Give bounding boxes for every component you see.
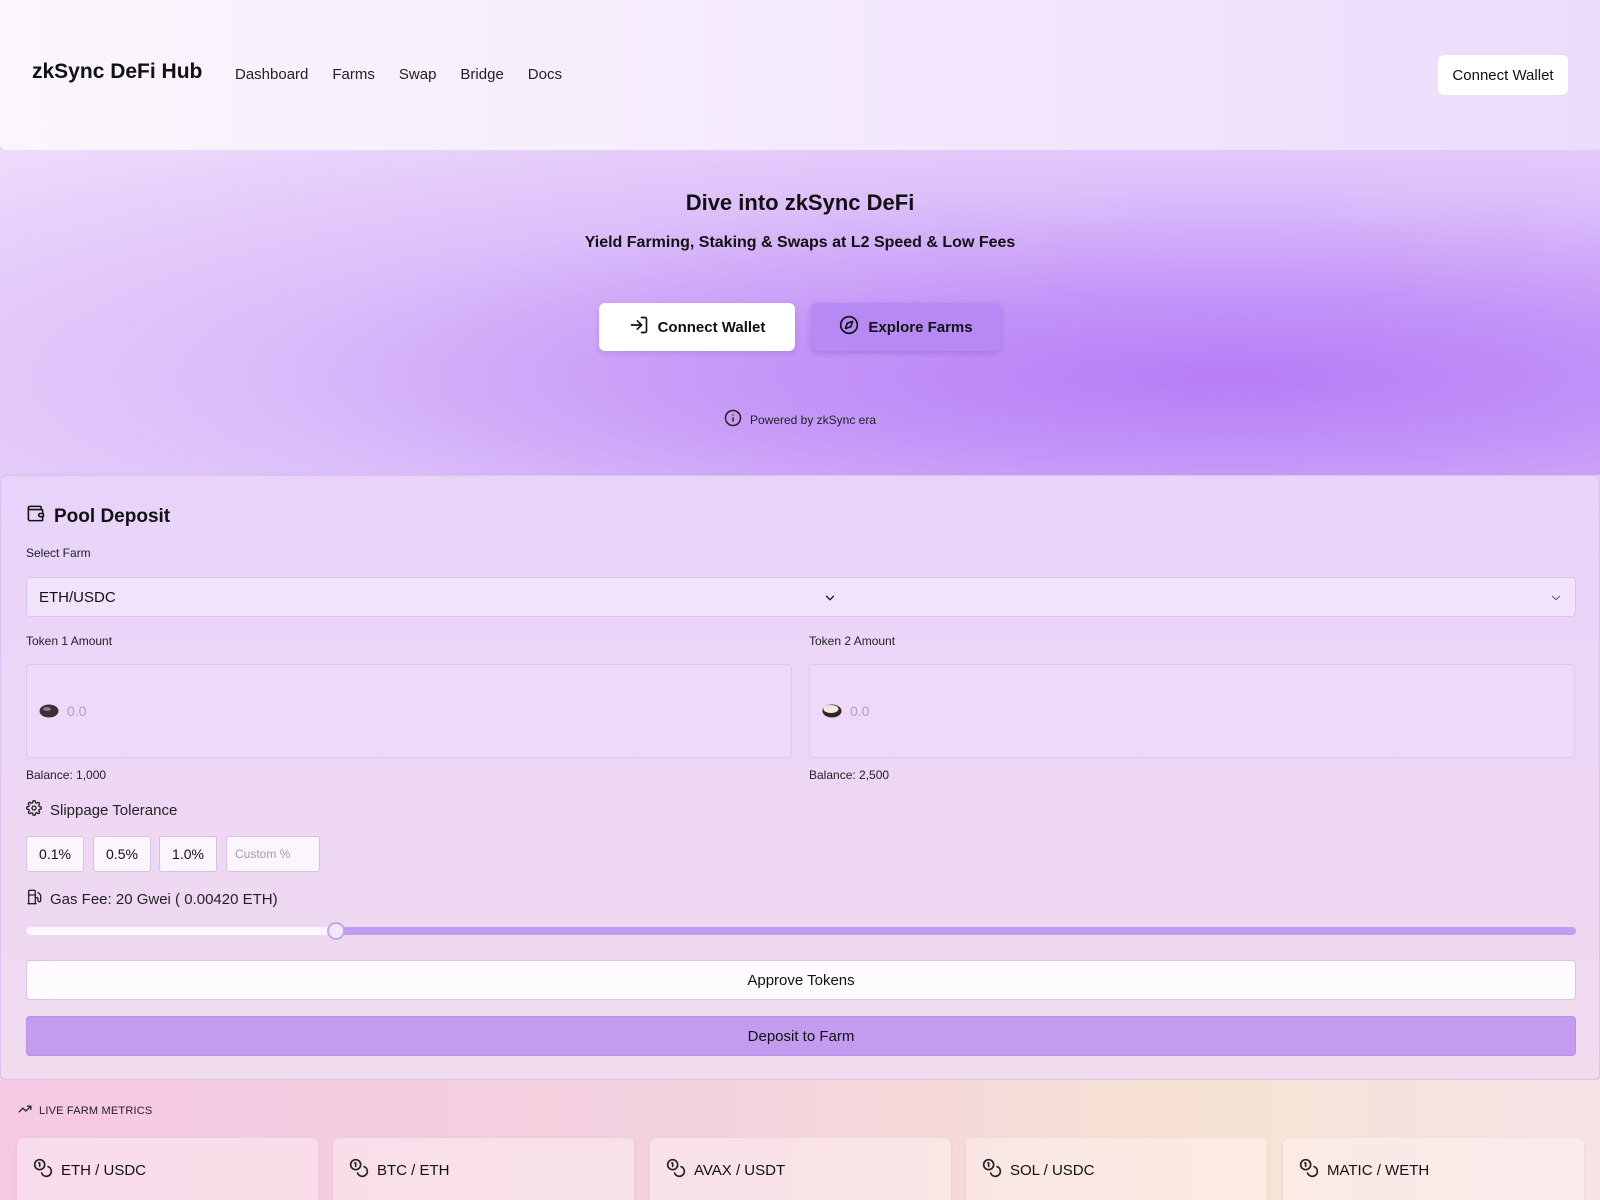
token2-amount-label: Token 2 Amount xyxy=(809,634,896,648)
header-connect-wallet-button[interactable]: Connect Wallet xyxy=(1438,55,1568,95)
farm-select-value: ETH/USDC xyxy=(39,589,116,606)
gas-slider-fill xyxy=(26,927,336,935)
info-icon xyxy=(724,409,742,430)
approve-tokens-button[interactable]: Approve Tokens xyxy=(26,960,1576,1000)
slippage-0-1-button[interactable]: 0.1% xyxy=(26,836,84,872)
farm-card-header: BTC / ETH xyxy=(349,1158,450,1182)
gas-fee-text: Gas Fee: 20 Gwei ( 0.00420 ETH) xyxy=(50,890,278,908)
compass-icon xyxy=(839,315,859,339)
farm-card-btc-eth[interactable]: BTC / ETH xyxy=(333,1138,634,1200)
explore-farms-button[interactable]: Explore Farms xyxy=(811,303,1001,351)
coins-icon xyxy=(982,1158,1002,1182)
token1-icon xyxy=(39,704,59,723)
hero-connect-wallet-label: Connect Wallet xyxy=(657,318,766,336)
gas-slider-thumb[interactable] xyxy=(327,922,345,940)
token2-icon xyxy=(822,704,842,723)
log-in-icon xyxy=(629,315,649,339)
pool-deposit-title-text: Pool Deposit xyxy=(54,505,171,527)
farm-pair-label: BTC / ETH xyxy=(377,1161,450,1179)
powered-by-note: Powered by zkSync era xyxy=(0,409,1600,430)
coins-icon xyxy=(1299,1158,1319,1182)
nav-docs[interactable]: Docs xyxy=(528,66,562,83)
nav-dashboard[interactable]: Dashboard xyxy=(235,66,308,83)
farm-pair-label: SOL / USDC xyxy=(1010,1161,1095,1179)
metrics-title-text: LIVE FARM METRICS xyxy=(39,1104,153,1117)
top-navbar: zkSync DeFi Hub Dashboard Farms Swap Bri… xyxy=(0,0,1600,150)
farm-select[interactable]: ETH/USDC xyxy=(26,577,1576,617)
select-farm-label: Select Farm xyxy=(26,546,91,560)
farm-card-header: SOL / USDC xyxy=(982,1158,1094,1182)
trending-up-icon xyxy=(18,1102,32,1119)
slippage-title: Slippage Tolerance xyxy=(26,800,177,820)
hero-title: Dive into zkSync DeFi xyxy=(685,190,915,215)
live-farm-metrics: LIVE FARM METRICS ETH / USDC BTC / ETH A… xyxy=(0,1080,1600,1200)
main-nav: Dashboard Farms Swap Bridge Docs xyxy=(235,66,562,83)
nav-bridge[interactable]: Bridge xyxy=(460,66,503,83)
coins-icon xyxy=(33,1158,53,1182)
slippage-custom-input[interactable] xyxy=(226,836,320,872)
nav-swap[interactable]: Swap xyxy=(399,66,437,83)
gas-slider[interactable] xyxy=(26,922,1576,940)
farm-card-header: ETH / USDC xyxy=(33,1158,146,1182)
slippage-0-5-button[interactable]: 0.5% xyxy=(93,836,151,872)
explore-farms-label: Explore Farms xyxy=(868,318,973,336)
token2-balance: Balance: 2,500 xyxy=(809,768,890,782)
deposit-to-farm-button[interactable]: Deposit to Farm xyxy=(26,1016,1576,1056)
token1-amount-input[interactable]: 0.0 xyxy=(26,664,792,758)
farm-pair-label: ETH / USDC xyxy=(61,1161,147,1179)
token1-placeholder: 0.0 xyxy=(67,703,87,719)
token2-amount-input[interactable]: 0.0 xyxy=(809,664,1575,758)
gas-fee-row: Gas Fee: 20 Gwei ( 0.00420 ETH) xyxy=(26,889,278,909)
chevron-down-icon xyxy=(823,591,837,610)
nav-farms[interactable]: Farms xyxy=(332,66,375,83)
brand-title: zkSync DeFi Hub xyxy=(32,60,203,83)
slippage-1-0-button[interactable]: 1.0% xyxy=(159,836,217,872)
coins-icon xyxy=(349,1158,369,1182)
token1-amount-label: Token 1 Amount xyxy=(26,634,113,648)
token2-placeholder: 0.0 xyxy=(850,703,870,719)
powered-by-text: Powered by zkSync era xyxy=(749,412,877,427)
pool-deposit-card: Pool Deposit Select Farm ETH/USDC Token … xyxy=(0,475,1600,1080)
wallet-icon xyxy=(26,504,45,529)
farm-card-header: AVAX / USDT xyxy=(666,1158,785,1182)
pool-deposit-title: Pool Deposit xyxy=(26,504,170,529)
token1-balance: Balance: 1,000 xyxy=(26,768,107,782)
farm-card-header: MATIC / WETH xyxy=(1299,1158,1429,1182)
slippage-title-text: Slippage Tolerance xyxy=(50,801,178,819)
coins-icon xyxy=(666,1158,686,1182)
hero-connect-wallet-button[interactable]: Connect Wallet xyxy=(599,303,795,351)
hero-section: Dive into zkSync DeFi Yield Farming, Sta… xyxy=(0,150,1600,475)
farm-card-sol-usdc[interactable]: SOL / USDC xyxy=(966,1138,1267,1200)
gear-icon xyxy=(26,800,42,820)
farm-card-eth-usdc[interactable]: ETH / USDC xyxy=(17,1138,318,1200)
chevron-down-icon xyxy=(1549,591,1563,610)
farm-pair-label: AVAX / USDT xyxy=(694,1161,786,1179)
fuel-icon xyxy=(26,889,42,909)
farm-card-avax-usdt[interactable]: AVAX / USDT xyxy=(650,1138,951,1200)
metrics-title: LIVE FARM METRICS xyxy=(18,1102,152,1119)
farm-card-matic-weth[interactable]: MATIC / WETH xyxy=(1283,1138,1584,1200)
hero-subtitle: Yield Farming, Staking & Swaps at L2 Spe… xyxy=(584,234,1016,251)
farm-pair-label: MATIC / WETH xyxy=(1327,1161,1430,1179)
